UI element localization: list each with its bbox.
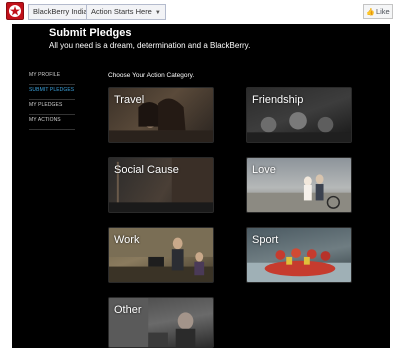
category-heading: Choose Your Action Category. bbox=[108, 72, 195, 79]
blackberry-star-logo-icon[interactable] bbox=[6, 2, 24, 20]
category-label-sport: Sport bbox=[252, 234, 279, 246]
category-card-work[interactable]: Work bbox=[108, 227, 214, 283]
category-card-love[interactable]: Love bbox=[246, 157, 352, 213]
category-label-travel: Travel bbox=[114, 94, 145, 106]
page-name-button[interactable]: BlackBerry India bbox=[28, 4, 93, 20]
category-label-friendship: Friendship bbox=[252, 94, 304, 106]
nav-item-my-actions[interactable]: MY ACTIONS bbox=[29, 116, 75, 130]
category-card-friendship[interactable]: Friendship bbox=[246, 87, 352, 143]
page-subtitle: All you need is a dream, determination a… bbox=[49, 41, 251, 50]
category-label-work: Work bbox=[114, 234, 140, 246]
category-card-travel[interactable]: Travel bbox=[108, 87, 214, 143]
page-title: Submit Pledges bbox=[49, 27, 132, 39]
tab-dropdown-button[interactable]: Action Starts Here ▼ bbox=[86, 4, 166, 20]
category-card-sport[interactable]: Sport bbox=[246, 227, 352, 283]
category-label-love: Love bbox=[252, 164, 276, 176]
category-label-other: Other bbox=[114, 304, 142, 316]
chevron-down-icon: ▼ bbox=[154, 10, 161, 16]
category-card-other[interactable]: Other bbox=[108, 297, 214, 348]
tab-dropdown-label: Action Starts Here bbox=[91, 7, 152, 16]
like-button[interactable]: 👍Like bbox=[363, 4, 393, 19]
nav-item-submit-pledges[interactable]: SUBMIT PLEDGES bbox=[29, 86, 75, 100]
nav-item-my-pledges[interactable]: MY PLEDGES bbox=[29, 101, 75, 115]
page-header-bar: BlackBerry India Action Starts Here ▼ 👍Li… bbox=[0, 0, 397, 24]
category-card-social-cause[interactable]: Social Cause bbox=[108, 157, 214, 213]
app-canvas: Submit Pledges All you need is a dream, … bbox=[12, 24, 390, 348]
page-name-label: BlackBerry India bbox=[33, 7, 88, 16]
like-label: Like bbox=[375, 7, 390, 16]
left-navigation: MY PROFILE SUBMIT PLEDGES MY PLEDGES MY … bbox=[29, 71, 75, 131]
category-label-social-cause: Social Cause bbox=[114, 164, 179, 176]
thumbs-up-icon: 👍 bbox=[366, 9, 375, 16]
nav-item-my-profile[interactable]: MY PROFILE bbox=[29, 71, 75, 85]
